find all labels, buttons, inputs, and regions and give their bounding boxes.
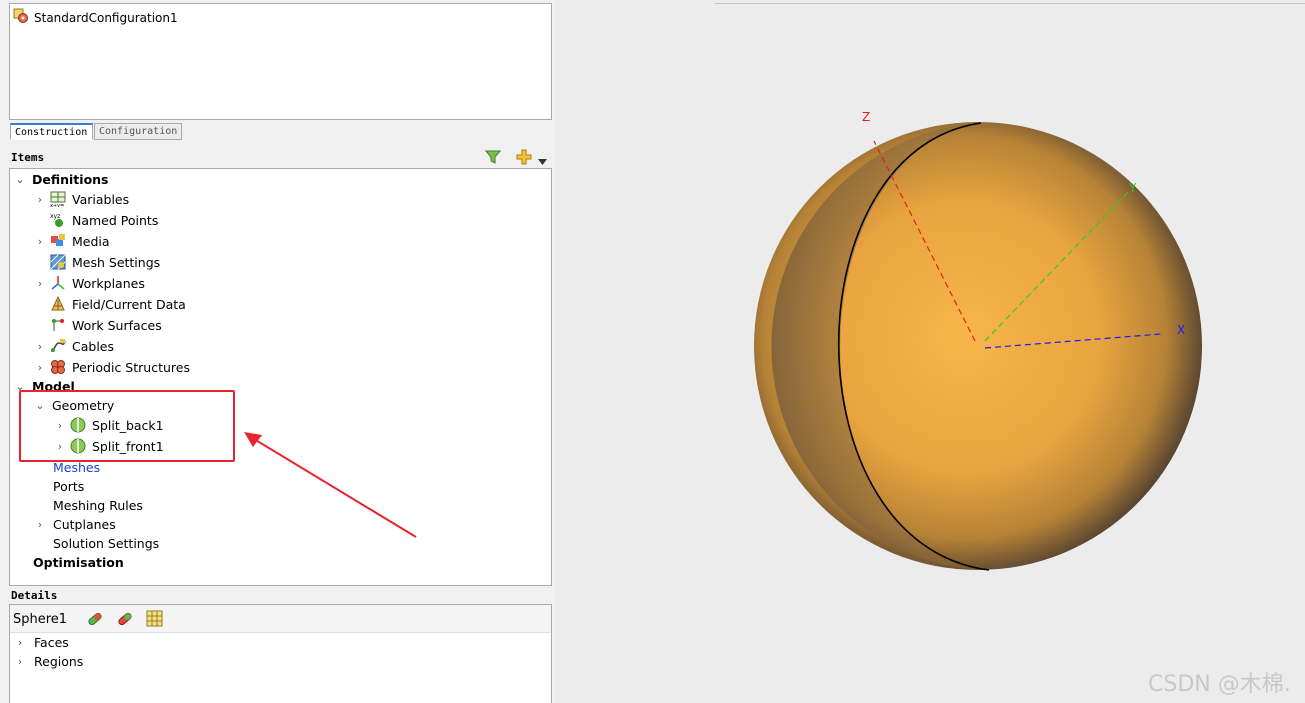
chevron-right-icon[interactable]: ›: [34, 273, 46, 293]
tree-node-cutplanes[interactable]: › Cutplanes: [34, 514, 116, 534]
tree-node-mesh-settings[interactable]: Mesh Settings: [34, 252, 160, 272]
svg-text:x+y=: x+y=: [50, 203, 64, 207]
chevron-right-icon[interactable]: ›: [34, 514, 46, 534]
details-row-faces[interactable]: › Faces: [14, 632, 69, 652]
chevron-down-icon[interactable]: ⌄: [14, 169, 26, 189]
named-points-icon: xyz: [50, 212, 66, 228]
chevron-right-icon[interactable]: ›: [14, 632, 26, 652]
configuration-icon: [13, 8, 29, 27]
capsule-icon[interactable]: [86, 610, 104, 631]
tree-node-field-current-data[interactable]: Field/Current Data: [34, 294, 186, 314]
tree-node-media[interactable]: › Media: [34, 231, 110, 251]
chevron-right-icon[interactable]: ›: [14, 651, 26, 671]
svg-text:xyz: xyz: [50, 213, 60, 220]
mesh-grid-icon[interactable]: [146, 610, 163, 630]
cables-icon: [50, 338, 66, 354]
filter-icon[interactable]: [484, 149, 502, 168]
tab-construction[interactable]: Construction: [10, 123, 93, 140]
tree-node-meshing-rules[interactable]: Meshing Rules: [53, 495, 143, 515]
highlight-box: [19, 390, 235, 462]
tree-node-ports[interactable]: Ports: [53, 476, 84, 496]
tab-configuration[interactable]: Configuration: [94, 123, 182, 140]
variables-icon: x+y=: [50, 191, 66, 207]
3d-viewport[interactable]: Z Y X CSDN @木棉.: [555, 0, 1305, 703]
media-icon: [50, 233, 66, 249]
chevron-down-icon[interactable]: [538, 154, 547, 168]
field-data-icon: [50, 296, 66, 312]
details-row-regions[interactable]: › Regions: [14, 651, 84, 671]
tree-node-work-surfaces[interactable]: Work Surfaces: [34, 315, 162, 335]
annotation-arrow: [244, 432, 417, 538]
y-axis-label: Y: [1128, 181, 1137, 195]
details-panel-label: Details: [11, 589, 58, 602]
z-axis-label: Z: [862, 110, 870, 124]
configuration-list: StandardConfiguration1: [9, 3, 552, 120]
details-object-name: Sphere1: [13, 611, 68, 627]
chevron-right-icon[interactable]: ›: [34, 357, 46, 377]
configuration-item[interactable]: StandardConfiguration1: [13, 8, 178, 27]
work-surfaces-icon: [50, 317, 66, 333]
details-panel: Sphere1 › Faces › Regions: [9, 604, 552, 703]
tree-node-optimisation[interactable]: Optimisation: [33, 552, 124, 572]
tree-node-periodic-structures[interactable]: › Periodic Structures: [34, 357, 190, 377]
tree-node-definitions[interactable]: ⌄ Definitions: [14, 169, 108, 189]
mesh-settings-icon: [50, 254, 66, 270]
tree-node-cables[interactable]: › Cables: [34, 336, 114, 356]
items-panel-label: Items: [11, 151, 45, 164]
tree-node-variables[interactable]: › x+y= Variables: [34, 189, 129, 209]
tree-node-named-points[interactable]: xyz Named Points: [34, 210, 158, 230]
chevron-right-icon[interactable]: ›: [34, 231, 46, 251]
chevron-right-icon[interactable]: ›: [34, 336, 46, 356]
configuration-label: StandardConfiguration1: [34, 10, 178, 25]
workplanes-icon: [50, 275, 66, 291]
add-icon[interactable]: [516, 149, 532, 168]
x-axis-label: X: [1177, 323, 1185, 337]
chevron-right-icon[interactable]: ›: [34, 189, 46, 209]
capsule-icon[interactable]: [116, 610, 134, 631]
sphere-model[interactable]: Z Y X: [555, 0, 1305, 703]
periodic-structures-icon: [50, 359, 66, 375]
watermark: CSDN @木棉.: [1148, 672, 1291, 697]
tree-node-workplanes[interactable]: › Workplanes: [34, 273, 145, 293]
tree-node-solution-settings[interactable]: Solution Settings: [53, 533, 159, 553]
